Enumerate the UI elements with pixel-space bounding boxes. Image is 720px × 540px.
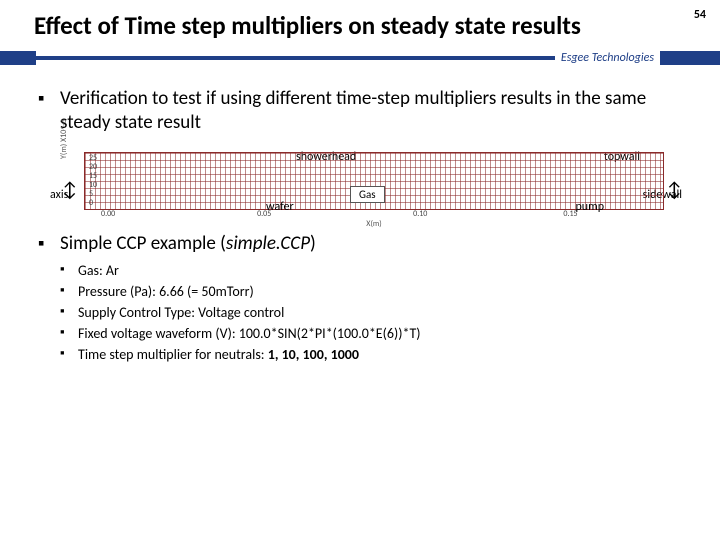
bar-accent-left — [0, 51, 36, 65]
bullet-verification: Verification to test if using different … — [38, 87, 688, 135]
xtick: 0.00 — [101, 209, 115, 219]
slide-number: 54 — [694, 8, 706, 22]
bar-line — [36, 56, 555, 60]
reactor-diagram: showerhead topwall axis sidewall ↕ ↕ 25 … — [56, 152, 676, 210]
title-divider: Esgee Technologies — [0, 51, 720, 65]
brand-label: Esgee Technologies — [555, 51, 660, 65]
y-axis-caption: Y(m) X10^-3 — [59, 120, 69, 160]
arrow-updown-icon: ↕ — [666, 180, 682, 200]
label-wafer: wafer — [266, 200, 294, 214]
bullet-text: ) — [310, 232, 316, 255]
sub-text: Time step multiplier for neutrals: — [78, 346, 268, 363]
bullet-simple-ccp: Simple CCP example (simple.CCP) Gas: Ar … — [38, 232, 688, 365]
arrow-updown-icon: ↕ — [62, 180, 78, 200]
label-pump: pump — [576, 200, 605, 214]
content-area: Verification to test if using different … — [0, 65, 720, 365]
bullet-italic: simple.CCP — [226, 232, 310, 255]
bullet-text: Simple CCP example ( — [60, 232, 226, 255]
sub-waveform: Fixed voltage waveform (V): 100.0*SIN(2*… — [60, 323, 688, 344]
sub-bold-values: 1, 10, 100, 1000 — [268, 346, 359, 363]
ytick: 0 — [89, 198, 93, 208]
xtick: 0.10 — [413, 209, 427, 219]
sub-gas: Gas: Ar — [60, 260, 688, 281]
sub-timestep: Time step multiplier for neutrals: 1, 10… — [60, 344, 688, 365]
bar-accent-right — [660, 51, 720, 65]
sub-supply: Supply Control Type: Voltage control — [60, 302, 688, 323]
x-axis-caption: X(m) — [366, 219, 381, 229]
sub-pressure: Pressure (Pa): 6.66 (= 50mTorr) — [60, 281, 688, 302]
label-gas: Gas — [350, 186, 385, 203]
page-title: Effect of Time step multipliers on stead… — [0, 0, 640, 45]
